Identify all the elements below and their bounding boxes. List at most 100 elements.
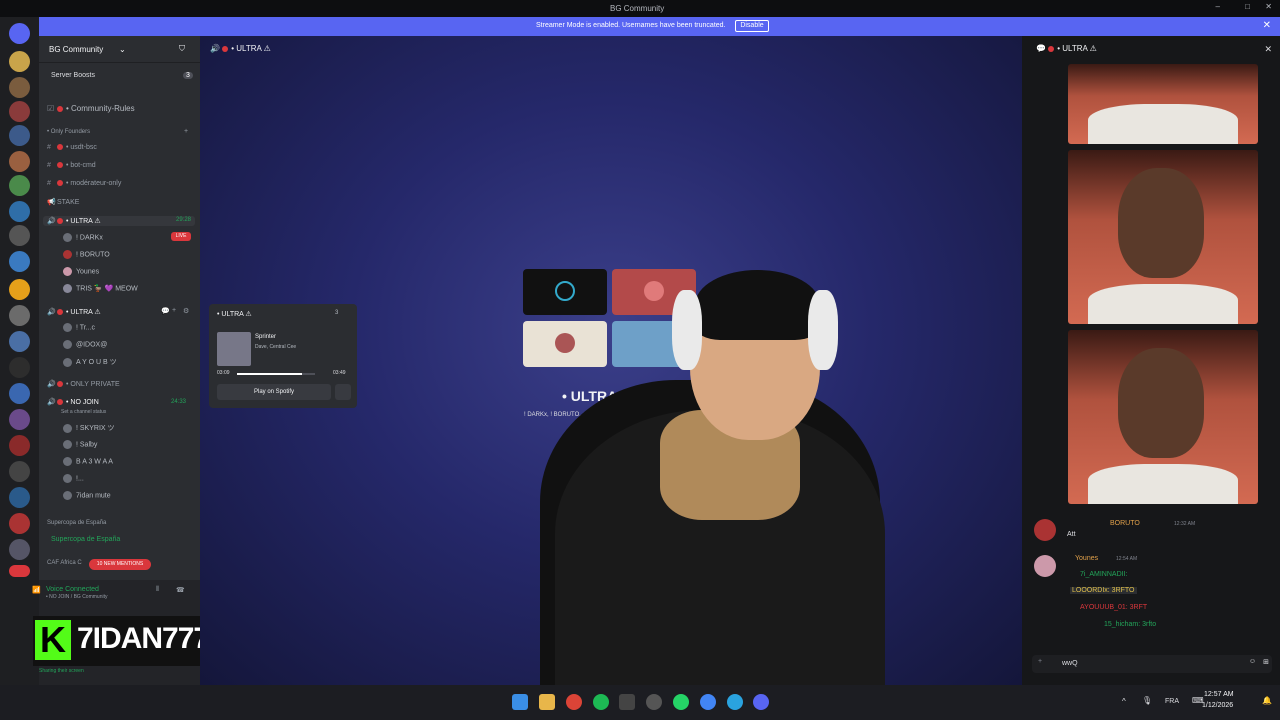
- voice-member[interactable]: ! SKYRIX ツ: [63, 423, 115, 433]
- notification-icon[interactable]: 🔔: [1262, 696, 1272, 705]
- channel-supercopa[interactable]: Supercopa de España: [51, 536, 120, 543]
- discord-icon[interactable]: [753, 694, 769, 710]
- browser-icon[interactable]: [700, 694, 716, 710]
- voice-channel-ultra-2[interactable]: 🔊 • ULTRA ⚠: [47, 308, 101, 316]
- server-icon[interactable]: [9, 435, 30, 456]
- progress-track[interactable]: [237, 373, 315, 375]
- close-icon[interactable]: ✕: [1263, 20, 1271, 31]
- server-icon[interactable]: [9, 409, 30, 430]
- voice-channel-only-private[interactable]: 🔊 • ONLY PRIVATE: [47, 380, 120, 388]
- close-window-icon[interactable]: ✕: [1265, 2, 1272, 11]
- server-icon[interactable]: [9, 225, 30, 246]
- windows-start-icon[interactable]: [512, 694, 528, 710]
- server-icon[interactable]: [9, 487, 30, 508]
- maximize-icon[interactable]: □: [1245, 2, 1250, 11]
- server-icon[interactable]: [9, 201, 30, 222]
- server-icon[interactable]: [9, 51, 30, 72]
- whatsapp-icon[interactable]: [673, 694, 689, 710]
- server-icon[interactable]: [9, 331, 30, 352]
- invite-icon[interactable]: ⛉: [179, 44, 185, 54]
- disconnect-icon[interactable]: ☎: [176, 586, 185, 594]
- clock-time[interactable]: 12:57 AM: [1204, 691, 1234, 698]
- server-icon[interactable]: [9, 357, 30, 378]
- camera-feed[interactable]: [1068, 330, 1258, 504]
- chevron-up-icon[interactable]: ^: [1122, 697, 1126, 706]
- server-icon[interactable]: [9, 461, 30, 482]
- server-icon[interactable]: [9, 77, 30, 98]
- server-icon[interactable]: [9, 513, 30, 534]
- server-boosts[interactable]: Server Boosts: [51, 72, 95, 79]
- voice-member[interactable]: A Y O U B ツ: [63, 357, 117, 367]
- voice-channel-no-join[interactable]: 🔊 • NO JOIN: [47, 398, 99, 406]
- clock-date[interactable]: 1/12/2026: [1202, 702, 1233, 709]
- voice-member[interactable]: ! Salby: [63, 440, 97, 449]
- spotify-icon[interactable]: [593, 694, 609, 710]
- server-icon[interactable]: [9, 383, 30, 404]
- category-only-founders[interactable]: • Only Founders: [47, 129, 90, 135]
- voice-member[interactable]: Younes: [63, 267, 99, 276]
- total-time: 03:49: [333, 370, 346, 376]
- channel-stake[interactable]: 📢STAKE: [47, 198, 79, 206]
- avatar: [1034, 555, 1056, 577]
- play-on-spotify-button[interactable]: Play on Spotify: [217, 384, 331, 400]
- voice-member[interactable]: ! DARKx: [63, 233, 103, 242]
- server-header[interactable]: BG Community ⌄ ⛉: [39, 36, 200, 63]
- voice-member[interactable]: ! Tr...c: [63, 323, 95, 332]
- add-attachment-icon[interactable]: +: [1038, 658, 1042, 665]
- voice-member[interactable]: ! BORUTO: [63, 250, 110, 259]
- hash-icon: #: [47, 180, 51, 187]
- server-icon[interactable]: [9, 151, 30, 172]
- gear-icon[interactable]: ⚙: [183, 307, 189, 315]
- server-icon[interactable]: [9, 101, 30, 122]
- server-icon[interactable]: [9, 279, 30, 300]
- voice-location[interactable]: • NO JOIN / BG Community: [46, 594, 107, 600]
- streamer-mode-banner: Streamer Mode is enabled. Usernames have…: [39, 17, 1280, 36]
- message-author[interactable]: BORUTO: [1110, 520, 1140, 527]
- voice-member[interactable]: TRIS 🦆 💜 MEOW: [63, 284, 138, 293]
- voice-member[interactable]: !...: [63, 474, 84, 483]
- camera-feed[interactable]: [1068, 150, 1258, 324]
- avatar: [63, 250, 72, 259]
- microphone-icon[interactable]: 🎙: [1142, 696, 1152, 705]
- noise-suppression-icon[interactable]: ⫴: [156, 586, 159, 594]
- voice-member[interactable]: B A 3 W A A: [63, 457, 113, 466]
- apps-icon[interactable]: ⊞: [1263, 658, 1269, 666]
- disable-streamer-mode-button[interactable]: Disable: [735, 20, 769, 32]
- chrome-icon[interactable]: [566, 694, 582, 710]
- terminal-icon[interactable]: [619, 694, 635, 710]
- voice-member[interactable]: @IDOX@: [63, 340, 107, 349]
- join-listen-icon[interactable]: [335, 384, 351, 400]
- server-name[interactable]: BG Community: [49, 45, 103, 54]
- server-icon[interactable]: [9, 251, 30, 272]
- discord-home-icon[interactable]: [9, 23, 30, 44]
- file-explorer-icon[interactable]: [539, 694, 555, 710]
- close-icon[interactable]: ✕: [1264, 44, 1272, 55]
- server-icon[interactable]: [9, 539, 30, 560]
- channel-moderateur-only[interactable]: # • modérateur-only: [47, 180, 121, 187]
- minimize-icon[interactable]: –: [1216, 2, 1220, 11]
- language-indicator[interactable]: FRA: [1165, 698, 1179, 705]
- telegram-icon[interactable]: [727, 694, 743, 710]
- chat-input[interactable]: + wwQ ☺ ⊞: [1032, 655, 1272, 673]
- voice-channel-ultra[interactable]: 🔊 • ULTRA ⚠ 29:28: [43, 216, 195, 226]
- server-icon[interactable]: [9, 125, 30, 146]
- message-author[interactable]: Younes: [1075, 555, 1098, 562]
- category-supercopa[interactable]: Supercopa de España: [47, 520, 106, 526]
- channel-usdt-bsc[interactable]: # • usdt-bsc: [47, 144, 97, 151]
- signal-icon[interactable]: 📶: [32, 586, 41, 594]
- voice-member[interactable]: 7idan mute: [63, 491, 111, 500]
- new-badge-icon[interactable]: [9, 565, 30, 577]
- add-channel-icon[interactable]: +: [184, 128, 188, 135]
- chat-icon[interactable]: 💬: [161, 307, 170, 315]
- new-mentions-button[interactable]: 10 NEW MENTIONS: [89, 559, 151, 570]
- add-member-icon[interactable]: +: [172, 307, 176, 314]
- app-icon[interactable]: [646, 694, 662, 710]
- server-icon[interactable]: [9, 175, 30, 196]
- channel-status[interactable]: Set a channel status: [61, 409, 106, 415]
- emoji-icon[interactable]: ☺: [1249, 658, 1256, 665]
- server-icon[interactable]: [9, 305, 30, 326]
- channel-label: • usdt-bsc: [66, 144, 97, 151]
- channel-community-rules[interactable]: ☑ • Community-Rules: [47, 104, 135, 113]
- channel-bot-cmd[interactable]: # • bot-cmd: [47, 162, 96, 169]
- category-caf[interactable]: CAF Africa C: [47, 560, 82, 566]
